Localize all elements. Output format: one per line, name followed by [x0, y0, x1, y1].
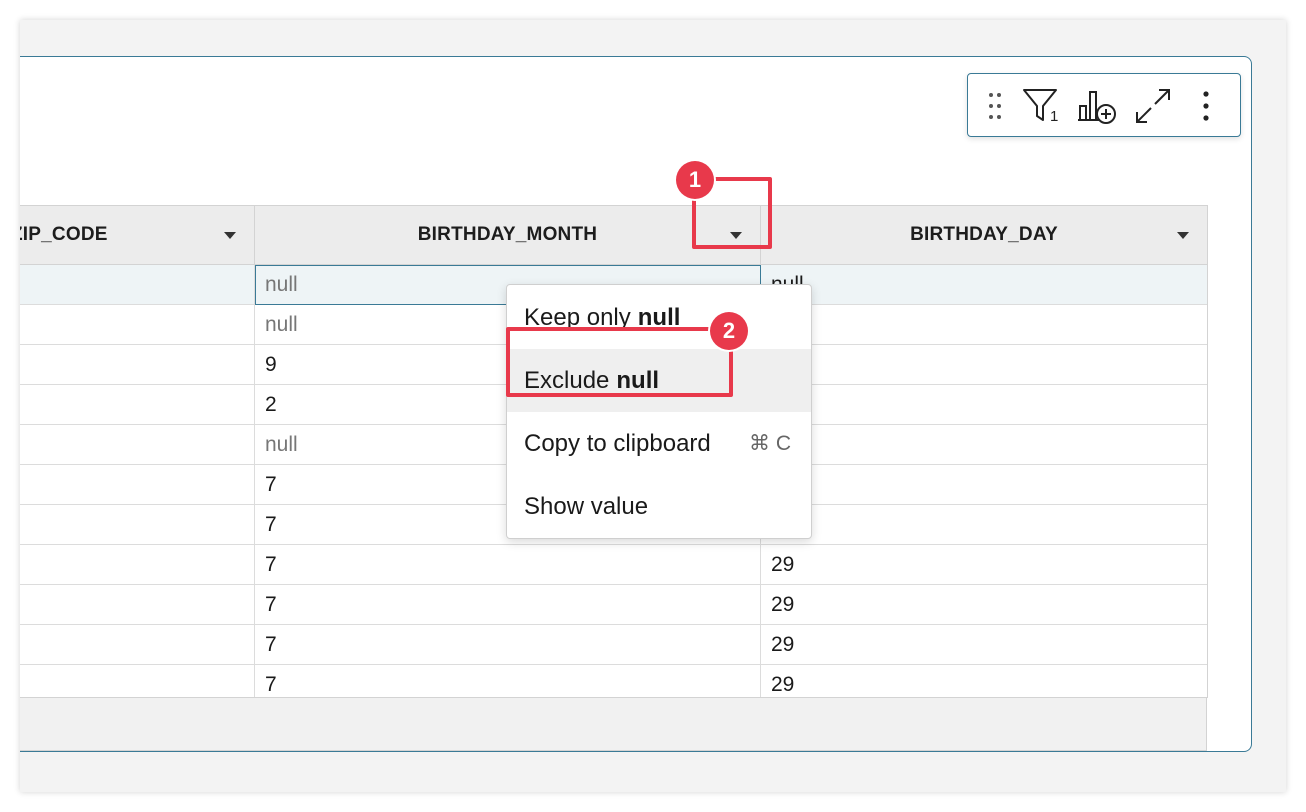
table-header: ZIP_CODE BIRTHDAY_MONTH BIRTHDAY_DAY — [20, 205, 1207, 265]
cell-birthday-day[interactable]: 29 — [761, 545, 1207, 585]
filter-count: 1 — [1050, 108, 1059, 125]
highlight-box-step-2 — [506, 327, 733, 397]
screen: 1 ZIP_CODE BIRTHDAY_MONTH BIRTHDAY_DAY n… — [20, 20, 1286, 792]
cell-birthday-month[interactable]: 7 — [255, 665, 761, 697]
menu-item-label: Show value — [524, 492, 649, 520]
table-row[interactable]: 7 29 — [20, 665, 1207, 698]
chevron-down-icon[interactable] — [224, 232, 236, 239]
cell-context-menu: Keep only null Exclude null Copy to clip… — [506, 284, 812, 539]
column-header-birthday-day[interactable]: BIRTHDAY_DAY — [761, 206, 1207, 264]
cell-zip-code[interactable] — [20, 305, 255, 345]
cell-birthday-day[interactable] — [761, 425, 1207, 465]
column-header-label: BIRTHDAY_DAY — [910, 224, 1058, 245]
cell-zip-code[interactable] — [20, 545, 255, 585]
cell-birthday-day[interactable] — [761, 305, 1207, 345]
step-badge-2: 2 — [710, 312, 748, 350]
menu-item-show-value[interactable]: Show value — [507, 475, 811, 538]
cell-birthday-day[interactable] — [761, 385, 1207, 425]
table-row[interactable]: 7 29 — [20, 545, 1207, 585]
cell-birthday-day[interactable]: 29 — [761, 625, 1207, 665]
column-header-birthday-month[interactable]: BIRTHDAY_MONTH — [255, 206, 761, 264]
add-chart-icon[interactable] — [1076, 88, 1120, 124]
step-badge-1: 1 — [676, 161, 714, 199]
cell-zip-code[interactable] — [20, 265, 255, 305]
cell-zip-code[interactable] — [20, 345, 255, 385]
cell-birthday-day[interactable] — [761, 345, 1207, 385]
cell-zip-code[interactable] — [20, 465, 255, 505]
cell-birthday-month[interactable]: 7 — [255, 625, 761, 665]
cell-birthday-day[interactable]: 29 — [761, 665, 1207, 697]
table-row[interactable]: 7 29 — [20, 585, 1207, 625]
panel-toolbar: 1 — [967, 73, 1241, 137]
cell-zip-code[interactable] — [20, 385, 255, 425]
menu-item-label: Copy to clipboard — [524, 429, 711, 457]
column-header-label: ZIP_CODE — [20, 224, 108, 245]
cell-zip-code[interactable] — [20, 625, 255, 665]
expand-icon[interactable] — [1132, 88, 1174, 124]
keyboard-shortcut: ⌘ C — [749, 432, 791, 455]
cell-birthday-month[interactable]: 7 — [255, 585, 761, 625]
cell-zip-code[interactable] — [20, 585, 255, 625]
cell-birthday-day[interactable] — [761, 505, 1207, 545]
cell-zip-code[interactable] — [20, 665, 255, 697]
drag-handle-icon[interactable] — [984, 88, 1006, 124]
table-row[interactable]: 7 29 — [20, 625, 1207, 665]
cell-birthday-day[interactable] — [761, 465, 1207, 505]
more-options-icon[interactable] — [1196, 88, 1216, 124]
cell-birthday-day[interactable]: null — [761, 265, 1207, 305]
table-panel: 1 ZIP_CODE BIRTHDAY_MONTH BIRTHDAY_DAY n… — [20, 56, 1252, 752]
cell-birthday-day[interactable]: 29 — [761, 585, 1207, 625]
cell-birthday-month[interactable]: 7 — [255, 545, 761, 585]
chevron-down-icon[interactable] — [1177, 232, 1189, 239]
column-header-zip-code[interactable]: ZIP_CODE — [20, 206, 255, 264]
column-header-label: BIRTHDAY_MONTH — [417, 224, 598, 245]
cell-zip-code[interactable] — [20, 505, 255, 545]
menu-item-copy-to-clipboard[interactable]: Copy to clipboard ⌘ C — [507, 412, 811, 475]
filter-icon[interactable]: 1 — [1020, 88, 1066, 125]
cell-zip-code[interactable] — [20, 425, 255, 465]
table-footer — [20, 697, 1207, 751]
